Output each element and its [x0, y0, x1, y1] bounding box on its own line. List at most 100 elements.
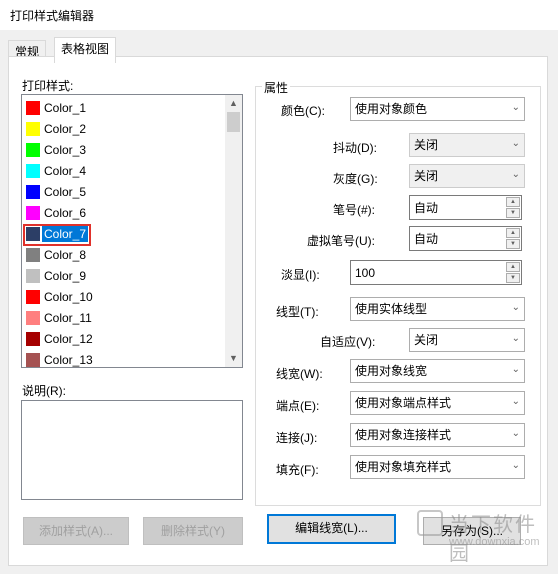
color-swatch: [26, 143, 40, 157]
list-item-label: Color_11: [44, 311, 92, 325]
scroll-up-arrow-icon[interactable]: ▲: [225, 95, 242, 112]
line-end-select-value: 使用对象端点样式: [355, 396, 452, 410]
list-item-label: Color_9: [44, 269, 87, 283]
list-item[interactable]: Color_1: [23, 98, 225, 118]
virtual-pen-label: 虚拟笔号(U):: [307, 234, 375, 248]
spin-down-icon[interactable]: ▼: [506, 208, 520, 218]
tab-table-view-label: 表格视图: [61, 42, 110, 56]
lineweight-label: 线宽(W):: [276, 367, 323, 381]
list-item-label: Color_5: [44, 185, 87, 199]
list-item[interactable]: Color_2: [23, 119, 225, 139]
description-label: 说明(R):: [22, 384, 66, 398]
color-select-value: 使用对象颜色: [355, 102, 428, 116]
adaptive-label: 自适应(V):: [320, 335, 376, 349]
properties-group-label: 属性: [262, 79, 291, 96]
selection-highlight-outline: [23, 224, 91, 246]
spin-up-icon[interactable]: ▲: [506, 197, 520, 207]
delete-style-button[interactable]: 删除样式(Y): [143, 517, 243, 545]
virtual-pen-spinner[interactable]: 自动 ▲ ▼: [409, 226, 522, 251]
spin-down-icon[interactable]: ▼: [506, 273, 520, 283]
list-scrollbar[interactable]: ▲ ▼: [225, 95, 242, 367]
spin-up-icon[interactable]: ▲: [506, 228, 520, 238]
list-item-label: Color_8: [44, 248, 87, 262]
dither-label: 抖动(D):: [333, 141, 377, 155]
color-swatch: [26, 290, 40, 304]
scroll-thumb[interactable]: [227, 112, 240, 132]
list-item-label: Color_1: [44, 101, 87, 115]
linetype-label: 线型(T):: [276, 305, 319, 319]
color-swatch: [26, 185, 40, 199]
chevron-down-icon: ⌄: [511, 138, 520, 149]
print-styles-label: 打印样式:: [22, 79, 74, 93]
chevron-down-icon: ⌄: [511, 396, 520, 407]
virtual-pen-value: 自动: [414, 232, 439, 246]
line-end-select[interactable]: 使用对象端点样式 ⌄: [350, 391, 525, 415]
line-join-select-value: 使用对象连接样式: [355, 428, 452, 442]
chevron-down-icon: ⌄: [511, 169, 520, 180]
list-item-label: Color_10: [44, 290, 93, 304]
list-item-label: Color_4: [44, 164, 87, 178]
lineweight-select[interactable]: 使用对象线宽 ⌄: [350, 359, 525, 383]
color-label: 颜色(C):: [281, 104, 325, 118]
list-item-label: Color_6: [44, 206, 87, 220]
print-styles-list[interactable]: Color_1 Color_2 Color_3 Color_4 Color_5 …: [21, 94, 243, 368]
list-item[interactable]: Color_5: [23, 182, 225, 202]
grayscale-select-value: 关闭: [414, 169, 439, 183]
color-select[interactable]: 使用对象颜色 ⌄: [350, 97, 525, 121]
pen-number-value: 自动: [414, 201, 439, 215]
line-end-label: 端点(E):: [276, 399, 320, 413]
color-swatch: [26, 269, 40, 283]
grayscale-label: 灰度(G):: [333, 172, 378, 186]
color-swatch: [26, 122, 40, 136]
line-join-select[interactable]: 使用对象连接样式 ⌄: [350, 423, 525, 447]
scroll-down-arrow-icon[interactable]: ▼: [225, 350, 242, 367]
title-bar: 打印样式编辑器: [0, 0, 558, 30]
list-item[interactable]: Color_4: [23, 161, 225, 181]
lineweight-select-value: 使用对象线宽: [355, 364, 428, 378]
list-item-label: Color_13: [44, 353, 93, 367]
watermark-url: www.downxia.com: [449, 536, 540, 548]
add-style-button[interactable]: 添加样式(A)...: [23, 517, 129, 545]
chevron-down-icon: ⌄: [511, 460, 520, 471]
adaptive-select[interactable]: 关闭 ⌄: [409, 328, 525, 352]
description-textarea[interactable]: [21, 400, 243, 500]
chevron-down-icon: ⌄: [511, 333, 520, 344]
chevron-down-icon: ⌄: [511, 302, 520, 313]
dither-select[interactable]: 关闭 ⌄: [409, 133, 525, 157]
watermark: 当下软件园 www.downxia.com: [415, 508, 555, 565]
color-swatch: [26, 332, 40, 346]
list-item-label: Color_12: [44, 332, 93, 346]
list-item[interactable]: Color_11: [23, 308, 225, 328]
list-item[interactable]: Color_9: [23, 266, 225, 286]
dither-select-value: 关闭: [414, 138, 439, 152]
window-title: 打印样式编辑器: [10, 9, 95, 23]
screening-value: 100: [355, 266, 376, 280]
spin-down-icon[interactable]: ▼: [506, 239, 520, 249]
pen-number-label: 笔号(#):: [333, 203, 376, 217]
list-item[interactable]: Color_8: [23, 245, 225, 265]
line-join-label: 连接(J):: [276, 431, 318, 445]
color-swatch: [26, 248, 40, 262]
list-item[interactable]: Color_12: [23, 329, 225, 349]
list-item-selected[interactable]: Color_7: [23, 224, 225, 246]
linetype-select[interactable]: 使用实体线型 ⌄: [350, 297, 525, 321]
list-item[interactable]: Color_3: [23, 140, 225, 160]
tab-table-view[interactable]: 表格视图: [54, 37, 117, 63]
edit-lineweights-button[interactable]: 编辑线宽(L)...: [267, 514, 396, 544]
fill-select[interactable]: 使用对象填充样式 ⌄: [350, 455, 525, 479]
chevron-down-icon: ⌄: [511, 102, 520, 113]
grayscale-select[interactable]: 关闭 ⌄: [409, 164, 525, 188]
list-item[interactable]: Color_13: [23, 350, 225, 367]
chevron-down-icon: ⌄: [511, 428, 520, 439]
color-swatch: [26, 101, 40, 115]
pen-number-spinner[interactable]: 自动 ▲ ▼: [409, 195, 522, 220]
list-item[interactable]: Color_6: [23, 203, 225, 223]
screening-spinner[interactable]: 100 ▲ ▼: [350, 260, 522, 285]
list-item-label: Color_3: [44, 143, 87, 157]
list-item[interactable]: Color_10: [23, 287, 225, 307]
color-swatch: [26, 206, 40, 220]
linetype-select-value: 使用实体线型: [355, 302, 428, 316]
fill-label: 填充(F):: [276, 463, 319, 477]
spin-up-icon[interactable]: ▲: [506, 262, 520, 272]
chevron-down-icon: ⌄: [511, 364, 520, 375]
